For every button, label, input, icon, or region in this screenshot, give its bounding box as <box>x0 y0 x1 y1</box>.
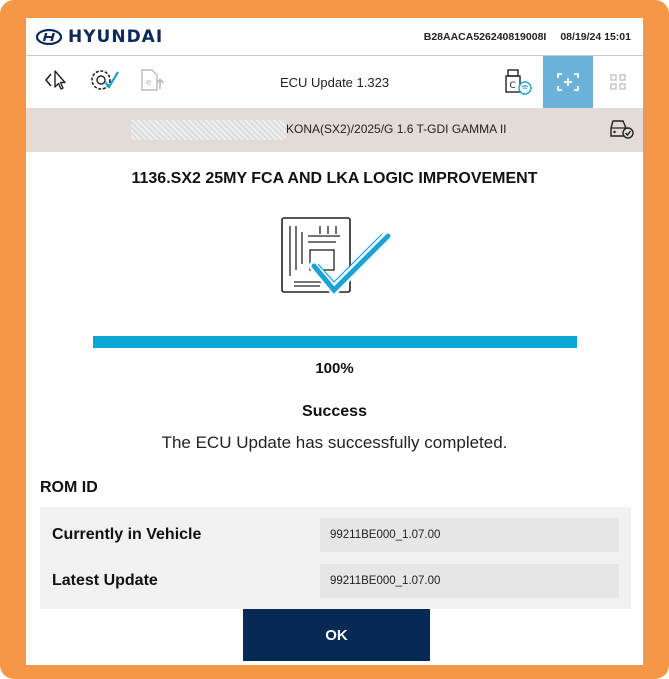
rom-row-value: 99211BE000_1.07.00 <box>320 564 619 598</box>
rom-row-latest: Latest Update 99211BE000_1.07.00 <box>52 561 619 601</box>
update-title: 1136.SX2 25MY FCA AND LKA LOGIC IMPROVEM… <box>131 170 538 187</box>
settings-check-icon[interactable] <box>88 67 120 98</box>
masked-vin <box>131 120 286 140</box>
focus-add-icon[interactable] <box>543 56 593 108</box>
vci-wifi-icon[interactable]: C <box>493 56 543 108</box>
back-cursor-icon[interactable] <box>44 68 70 97</box>
hyundai-logo-icon <box>36 28 62 45</box>
svg-text:C: C <box>510 81 516 91</box>
status-heading: Success <box>302 403 367 420</box>
rom-row-label: Latest Update <box>52 572 158 589</box>
rom-row-label: Currently in Vehicle <box>52 526 202 543</box>
ok-button[interactable]: OK <box>243 609 430 661</box>
svg-text:e: e <box>146 78 152 88</box>
brand-name: HYUNDAI <box>68 26 164 47</box>
rom-id-table: Currently in Vehicle 99211BE000_1.07.00 … <box>40 507 631 609</box>
app-screen: HYUNDAI B28AACA526240819008I 08/19/24 15… <box>26 18 643 665</box>
device-serial: B28AACA526240819008I <box>423 30 547 43</box>
device-frame: HYUNDAI B28AACA526240819008I 08/19/24 15… <box>0 0 669 679</box>
date-time: 08/19/24 15:01 <box>560 30 631 43</box>
progress-bar <box>92 336 577 348</box>
progress-bar-fill <box>92 336 577 348</box>
progress-label: 100% <box>315 360 354 377</box>
app-header: HYUNDAI B28AACA526240819008I 08/19/24 15… <box>26 18 643 56</box>
rom-id-heading: ROM ID <box>40 479 98 496</box>
vehicle-description: KONA(SX2)/2025/G 1.6 T-GDI GAMMA II <box>286 122 507 136</box>
ecu-success-icon <box>280 217 393 298</box>
vehicle-info-bar: KONA(SX2)/2025/G 1.6 T-GDI GAMMA II <box>26 108 643 152</box>
rom-row-value: 99211BE000_1.07.00 <box>320 518 619 552</box>
brand-logo: HYUNDAI <box>36 27 163 47</box>
vehicle-check-icon[interactable] <box>609 117 635 146</box>
rom-row-current: Currently in Vehicle 99211BE000_1.07.00 <box>52 515 619 555</box>
toolbar: e ECU Update 1.323 C <box>26 56 643 108</box>
grid-icon[interactable] <box>593 56 643 108</box>
status-message: The ECU Update has successfully complete… <box>161 433 508 452</box>
document-upload-icon[interactable]: e <box>138 67 166 98</box>
